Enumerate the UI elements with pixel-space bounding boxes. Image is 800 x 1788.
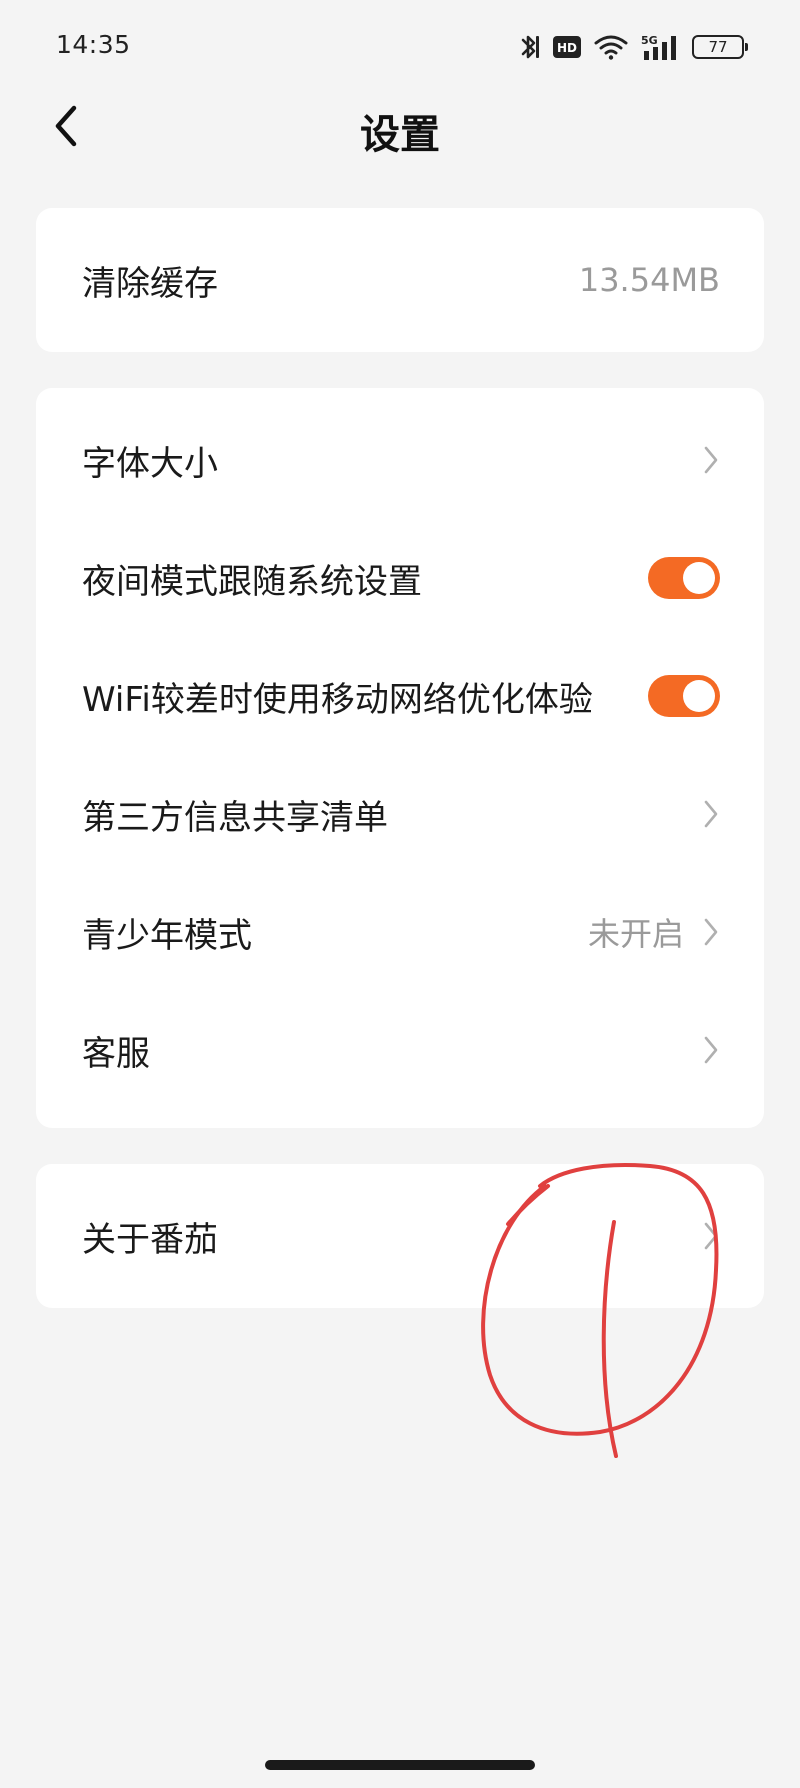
battery-level: 77 bbox=[708, 38, 728, 56]
chevron-right-icon bbox=[704, 1036, 718, 1064]
night-mode-row: 夜间模式跟随系统设置 bbox=[36, 519, 764, 637]
customer-service-label: 客服 bbox=[82, 1033, 150, 1074]
hd-icon: HD bbox=[552, 35, 582, 59]
toggle-knob bbox=[683, 562, 715, 594]
home-indicator[interactable] bbox=[265, 1760, 535, 1770]
wifi-icon bbox=[594, 34, 628, 60]
chevron-right-icon bbox=[704, 446, 718, 474]
customer-service-row[interactable]: 客服 bbox=[36, 991, 764, 1109]
third-party-sharing-row[interactable]: 第三方信息共享清单 bbox=[36, 755, 764, 873]
font-size-label: 字体大小 bbox=[82, 443, 218, 484]
night-mode-label: 夜间模式跟随系统设置 bbox=[82, 561, 422, 602]
wifi-optimize-row: WiFi较差时使用移动网络优化体验 bbox=[36, 637, 764, 755]
font-size-row[interactable]: 字体大小 bbox=[36, 401, 764, 519]
status-bar: 14:35 HD 5G 77 bbox=[0, 0, 800, 96]
page-title: 设置 bbox=[360, 112, 440, 158]
wifi-optimize-label: WiFi较差时使用移动网络优化体验 bbox=[82, 679, 593, 720]
third-party-sharing-label: 第三方信息共享清单 bbox=[82, 797, 388, 838]
network-label: 5G bbox=[641, 34, 658, 47]
settings-card: 字体大小 夜间模式跟随系统设置 WiFi较差时使用移动网络优化体验 第三方信息共… bbox=[36, 388, 764, 1128]
battery-icon: 77 bbox=[692, 35, 748, 59]
toggle-knob bbox=[683, 680, 715, 712]
status-icons: HD 5G 77 bbox=[518, 32, 748, 62]
cache-size-value: 13.54MB bbox=[578, 261, 720, 299]
chevron-right-icon bbox=[704, 800, 718, 828]
bluetooth-icon bbox=[518, 32, 540, 62]
cache-card: 清除缓存 13.54MB bbox=[36, 208, 764, 352]
chevron-right-icon bbox=[704, 918, 718, 946]
clear-cache-row[interactable]: 清除缓存 13.54MB bbox=[36, 221, 764, 339]
cellular-5g-icon: 5G bbox=[640, 33, 680, 61]
clear-cache-label: 清除缓存 bbox=[82, 263, 218, 304]
hd-label: HD bbox=[557, 41, 577, 55]
chevron-right-icon bbox=[704, 1222, 718, 1250]
about-label: 关于番茄 bbox=[82, 1219, 218, 1260]
youth-mode-label: 青少年模式 bbox=[82, 915, 252, 956]
nav-bar: 设置 bbox=[0, 96, 800, 208]
youth-mode-status: 未开启 bbox=[587, 915, 684, 953]
about-card: 关于番茄 bbox=[36, 1164, 764, 1308]
about-row[interactable]: 关于番茄 bbox=[36, 1177, 764, 1295]
youth-mode-row[interactable]: 青少年模式 未开启 bbox=[36, 873, 764, 991]
wifi-optimize-toggle[interactable] bbox=[648, 675, 720, 717]
night-mode-toggle[interactable] bbox=[648, 557, 720, 599]
status-time: 14:35 bbox=[56, 30, 131, 59]
